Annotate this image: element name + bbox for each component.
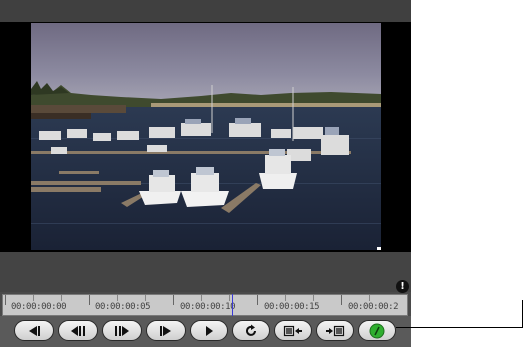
timeline-tick <box>341 295 342 305</box>
timeline-tick <box>201 295 202 301</box>
step-forward-icon <box>115 325 129 336</box>
timeline-tick <box>61 295 62 301</box>
timeline-tick <box>313 295 314 301</box>
step-backward-icon <box>71 325 85 336</box>
timeline-tick <box>369 295 370 301</box>
timecode-label: 00:00:00:15 <box>264 302 320 312</box>
timeline-tick <box>173 295 174 305</box>
timecode-label: 00:00:00:05 <box>95 302 151 312</box>
toggle-button[interactable] <box>358 320 396 341</box>
timeline-tick <box>285 295 286 301</box>
mark-out-button[interactable] <box>316 320 354 341</box>
timeline-tick <box>89 295 90 305</box>
timeline-tick <box>117 295 118 301</box>
timeline-tick <box>145 295 146 301</box>
skip-to-end-icon <box>160 325 171 336</box>
mark-in-button[interactable] <box>274 320 312 341</box>
exclamation-icon[interactable]: ! <box>396 280 409 293</box>
mark-in-icon <box>283 325 302 336</box>
timecode-label: 00:00:00:00 <box>11 302 67 312</box>
play-icon <box>206 325 213 336</box>
transport-controls <box>0 316 411 347</box>
timeline-tick <box>33 295 34 301</box>
title-bar <box>0 0 411 23</box>
timeline-tick <box>229 295 230 301</box>
video-player-window: ! 00:00:00:00 00:00:00:05 00:00:00:10 00… <box>0 0 411 347</box>
timeline-ruler[interactable]: 00:00:00:00 00:00:00:05 00:00:00:10 00:0… <box>2 294 408 316</box>
video-viewport <box>0 22 411 252</box>
timecode-label: 00:00:00:10 <box>180 302 236 312</box>
mark-out-icon <box>326 325 345 336</box>
playhead-marker[interactable] <box>232 294 233 316</box>
go-to-start-button[interactable] <box>14 320 54 341</box>
play-button[interactable] <box>190 320 228 341</box>
step-back-button[interactable] <box>58 320 98 341</box>
video-frame-marina <box>31 23 381 250</box>
loop-button[interactable] <box>232 320 270 341</box>
timeline-tick <box>257 295 258 305</box>
marina-scene <box>31 23 381 250</box>
step-forward-button[interactable] <box>102 320 142 341</box>
green-indicator-icon <box>369 323 385 338</box>
info-band <box>0 252 411 292</box>
go-to-end-button[interactable] <box>146 320 186 341</box>
skip-to-start-icon <box>29 325 40 336</box>
timecode-label: 00:00:00:2 <box>348 302 399 312</box>
callout-line <box>396 327 523 328</box>
timeline-tick <box>5 295 6 305</box>
loop-icon <box>246 324 256 336</box>
